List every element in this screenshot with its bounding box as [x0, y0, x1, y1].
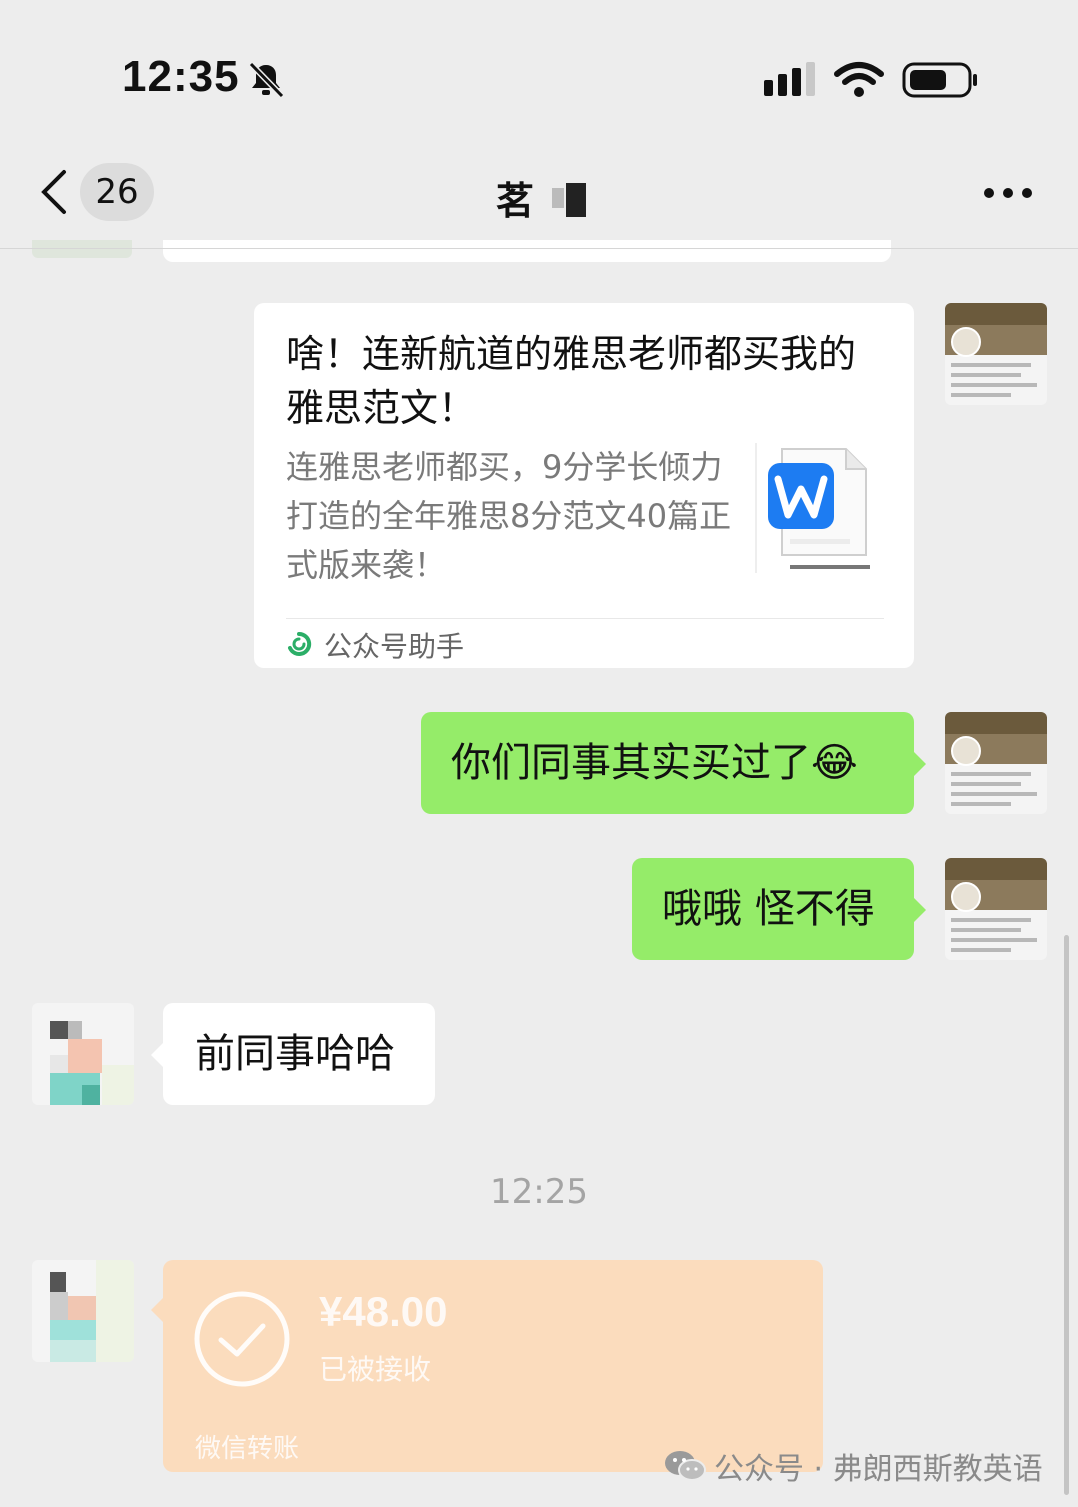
peer-message-bubble[interactable]: 前同事哈哈	[151, 1003, 435, 1105]
my-avatar[interactable]	[945, 712, 1047, 814]
wechat-icon	[665, 1451, 706, 1481]
article-source: 公众号助手	[324, 630, 465, 663]
title-redaction	[566, 183, 586, 217]
my-message-bubble[interactable]: 哦哦 怪不得	[632, 858, 926, 960]
previous-message[interactable]	[163, 240, 891, 262]
article-description: 连雅思老师都买，9分学长倾力打造的全年雅思8分范文40篇正式版来袭！	[286, 448, 732, 584]
transfer-card[interactable]: ¥48.00 已被接收 微信转账	[151, 1260, 823, 1472]
my-avatar[interactable]	[945, 303, 1047, 405]
my-message-bubble[interactable]: 你们同事其实买过了😂	[421, 712, 926, 814]
nav-divider	[0, 248, 1078, 249]
chevron-left-icon[interactable]	[36, 168, 74, 216]
official-account-icon	[288, 631, 312, 656]
previous-avatar	[32, 240, 132, 258]
word-document-icon	[755, 443, 870, 573]
peer-avatar[interactable]	[32, 1003, 134, 1105]
wifi-icon	[834, 62, 884, 97]
signal-icon	[764, 62, 815, 96]
article-card[interactable]: 啥！连新航道的雅思老师都买我的雅思范文！ 连雅思老师都买，9分学长倾力打造的全年…	[254, 303, 914, 668]
peer-avatar[interactable]	[32, 1260, 134, 1362]
my-avatar[interactable]	[945, 858, 1047, 960]
card-divider	[286, 618, 884, 619]
status-time: 12:35	[122, 52, 240, 101]
transfer-amount: ¥48.00	[319, 1288, 448, 1335]
watermark-text: 公众号 · 弗朗西斯教英语	[714, 1452, 1043, 1487]
article-title: 啥！连新航道的雅思老师都买我的雅思范文！	[286, 332, 857, 430]
battery-icon	[902, 62, 977, 98]
transfer-status: 已被接收	[319, 1353, 432, 1386]
title-redaction	[552, 188, 564, 208]
chat-title: 茗	[496, 179, 535, 223]
bell-muted-icon	[248, 61, 285, 99]
scrollbar[interactable]	[1064, 935, 1069, 1495]
message-timestamp: 12:25	[490, 1172, 588, 1212]
check-circle-icon	[194, 1291, 290, 1387]
watermark: 公众号 · 弗朗西斯教英语	[664, 1444, 1043, 1488]
transfer-label: 微信转账	[195, 1434, 300, 1464]
more-dots-icon[interactable]	[982, 182, 1034, 204]
unread-count-badge[interactable]: 26	[80, 163, 154, 221]
